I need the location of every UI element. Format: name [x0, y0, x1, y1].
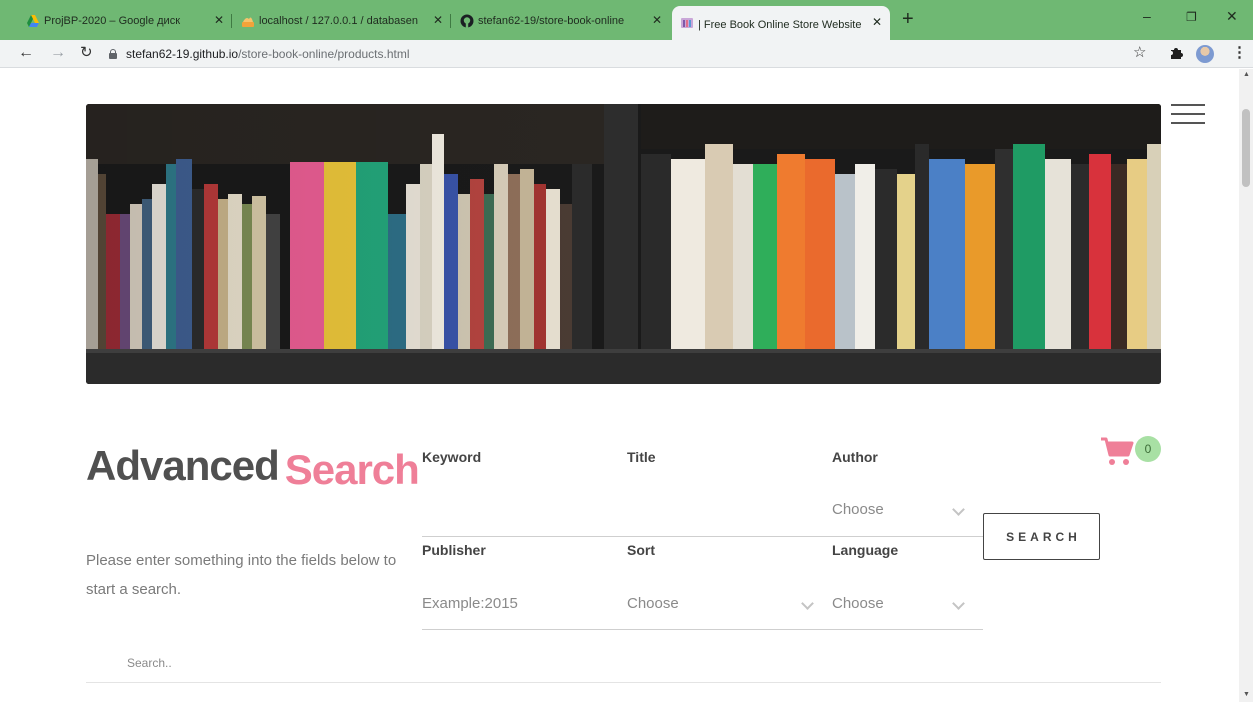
language-chevron-down-icon[interactable]: [953, 599, 963, 609]
cart-count-badge: 0: [1135, 436, 1161, 462]
close-tab-icon[interactable]: ✕: [872, 15, 882, 29]
extensions-puzzle-icon[interactable]: [1169, 46, 1183, 60]
row1-underline: [422, 536, 983, 537]
bookstore-icon: [681, 18, 693, 28]
close-tab-icon[interactable]: ✕: [433, 13, 443, 27]
title-label: Title: [627, 449, 656, 465]
sort-label: Sort: [627, 542, 655, 558]
tab-title: stefan62-19/store-book-online: [478, 15, 625, 27]
search-input[interactable]: [127, 654, 727, 672]
close-tab-icon[interactable]: ✕: [652, 13, 662, 27]
shopping-cart-icon[interactable]: [1100, 436, 1134, 466]
sort-chevron-down-icon[interactable]: [802, 599, 812, 609]
browser-tab-phpmyadmin[interactable]: localhost / 127.0.0.1 / databasen ✕: [233, 8, 451, 34]
new-tab-button[interactable]: +: [902, 9, 914, 29]
page-title-dark: Advanced: [86, 442, 280, 489]
scrollbar-thumb[interactable]: [1242, 109, 1250, 187]
title-input[interactable]: [627, 501, 817, 523]
search-underline: [86, 682, 1161, 683]
phpmyadmin-icon: [242, 17, 254, 27]
address-bar[interactable]: stefan62-19.github.io /store-book-online…: [108, 43, 1158, 65]
close-window-button[interactable]: ✕: [1226, 8, 1238, 25]
google-drive-icon: [27, 15, 39, 27]
tab-title: localhost / 127.0.0.1 / databasen: [259, 15, 419, 27]
lock-icon: [108, 49, 118, 59]
keyword-input[interactable]: [422, 501, 612, 523]
scroll-down-arrow-icon[interactable]: ▼: [1243, 691, 1250, 698]
reload-icon[interactable]: ↻: [80, 44, 93, 62]
author-chevron-down-icon[interactable]: [953, 505, 963, 515]
minimize-window-button[interactable]: –: [1143, 8, 1151, 24]
hero-bookshelf-image: [86, 104, 1161, 384]
browser-tabbar: ProjBP-2020 – Google диск ✕ localhost / …: [0, 0, 1253, 40]
author-select[interactable]: Choose: [832, 501, 884, 518]
tab-title: | Free Book Online Store Website: [698, 19, 862, 31]
browser-tab-github[interactable]: stefan62-19/store-book-online ✕: [452, 8, 670, 34]
publisher-label: Publisher: [422, 542, 486, 558]
tab-separator: [450, 14, 451, 28]
browser-tab-google-drive[interactable]: ProjBP-2020 – Google диск ✕: [18, 8, 232, 34]
language-label: Language: [832, 542, 899, 558]
close-tab-icon[interactable]: ✕: [214, 13, 224, 27]
search-button[interactable]: SEARCH: [983, 513, 1100, 560]
forward-arrow-icon[interactable]: →: [50, 44, 66, 62]
browser-menu-icon[interactable]: ⋮: [1232, 44, 1247, 62]
hamburger-menu-icon[interactable]: [1171, 104, 1205, 126]
github-icon: [460, 14, 474, 28]
url-host: stefan62-19.github.io: [126, 47, 239, 61]
browser-tab-bookstore[interactable]: | Free Book Online Store Website ✕: [672, 6, 890, 40]
intro-text: Please enter something into the fields b…: [86, 552, 397, 598]
tab-separator: [231, 14, 232, 28]
page-scrollbar[interactable]: ▲ ▼: [1239, 69, 1253, 702]
url-path: /store-book-online/products.html: [238, 47, 410, 61]
page-content: Advanced Search Please enter something in…: [0, 69, 1239, 702]
publisher-input[interactable]: Example:2015: [422, 595, 518, 612]
scroll-up-arrow-icon[interactable]: ▲: [1243, 71, 1250, 78]
keyword-label: Keyword: [422, 449, 482, 465]
author-label: Author: [832, 449, 878, 465]
page-title-accent: Search: [284, 446, 420, 493]
restore-window-button[interactable]: ❐: [1186, 10, 1197, 24]
bookmark-star-icon[interactable]: ☆: [1133, 44, 1146, 62]
sort-select[interactable]: Choose: [627, 595, 679, 612]
tab-title: ProjBP-2020 – Google диск: [44, 15, 181, 27]
profile-avatar-icon[interactable]: [1196, 45, 1214, 63]
page-title: Advanced Search: [86, 442, 420, 493]
language-select[interactable]: Choose: [832, 595, 884, 612]
back-arrow-icon[interactable]: ←: [18, 44, 34, 62]
browser-toolbar: ← → ↻ stefan62-19.github.io /store-book-…: [0, 40, 1253, 68]
row2-underline: [422, 629, 983, 630]
